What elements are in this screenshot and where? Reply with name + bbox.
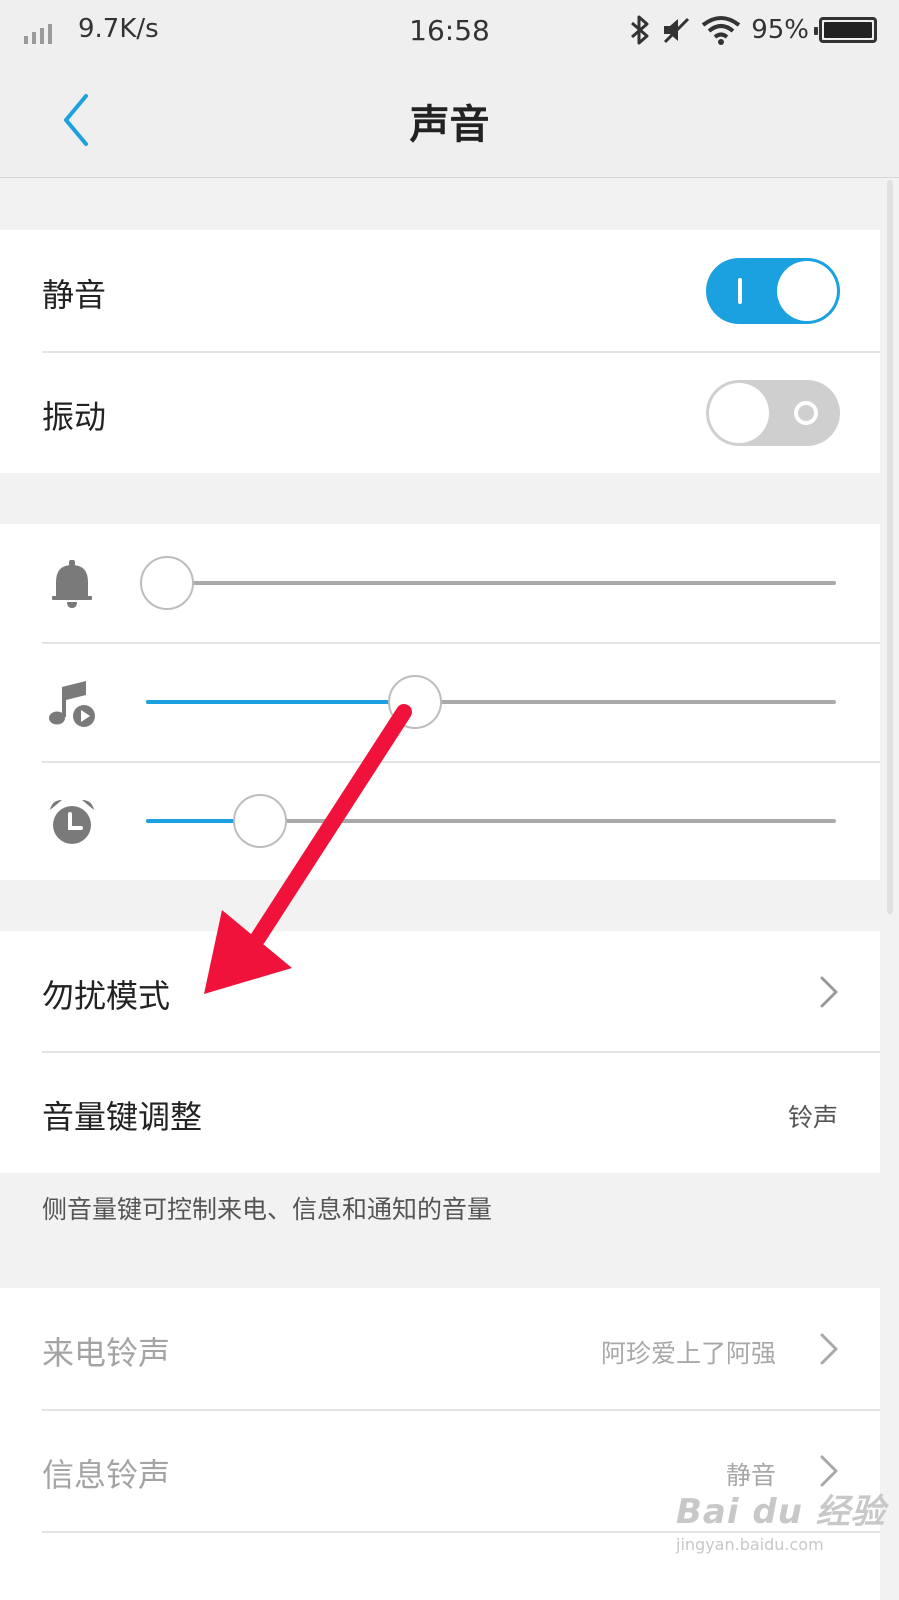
battery-percent: 95%	[751, 15, 809, 45]
bell-icon	[52, 560, 92, 608]
chevron-right-icon	[820, 1333, 838, 1365]
mute-icon	[664, 17, 690, 44]
ringer-volume-slider[interactable]	[139, 556, 836, 610]
toggle-knob	[777, 261, 837, 321]
watermark: Bai du 经验 jingyan.baidu.com	[676, 1484, 886, 1554]
call-ringtone-row[interactable]: 来电铃声 阿珍爱上了阿强	[0, 1288, 880, 1409]
media-volume-row	[0, 643, 880, 762]
dnd-row[interactable]: 勿扰模式	[0, 931, 880, 1052]
watermark-url: jingyan.baidu.com	[676, 1535, 824, 1554]
volume-group	[0, 524, 880, 880]
vibrate-toggle[interactable]	[706, 380, 840, 446]
slider-thumb[interactable]	[232, 794, 287, 848]
slider-thumb[interactable]	[139, 556, 194, 610]
mute-toggle[interactable]	[706, 258, 840, 324]
battery-icon	[814, 17, 877, 43]
vibrate-row[interactable]: 振动	[0, 352, 880, 473]
ringer-volume-row	[0, 524, 880, 643]
mute-row[interactable]: 静音	[0, 230, 880, 351]
music-note-icon	[49, 681, 95, 727]
volume-key-label: 音量键调整	[42, 1098, 203, 1136]
mute-label: 静音	[42, 276, 107, 314]
slider-fill	[146, 700, 416, 704]
toggle-group: 静音 振动	[0, 230, 880, 473]
media-volume-slider[interactable]	[146, 675, 836, 729]
call-ringtone-label: 来电铃声	[42, 1334, 171, 1372]
toggle-off-mark	[794, 401, 818, 425]
slider-thumb[interactable]	[388, 675, 443, 729]
watermark-logo: Bai du 经验	[676, 1492, 886, 1532]
volume-key-row[interactable]: 音量键调整 铃声	[0, 1052, 880, 1173]
status-bar: 9.7K/s 16:58 95%	[0, 0, 899, 62]
alarm-volume-slider[interactable]	[146, 794, 836, 848]
dnd-label: 勿扰模式	[42, 977, 171, 1015]
wifi-icon	[701, 16, 741, 45]
vibrate-label: 振动	[42, 398, 107, 436]
chevron-right-icon	[820, 976, 838, 1008]
alarm-clock-icon	[50, 800, 94, 844]
toggle-knob	[709, 383, 769, 443]
message-ringtone-label: 信息铃声	[42, 1456, 171, 1494]
chevron-right-icon	[820, 1455, 838, 1487]
scrollbar[interactable]	[887, 180, 893, 914]
volume-key-note: 侧音量键可控制来电、信息和通知的音量	[42, 1195, 493, 1224]
toggle-on-mark	[738, 278, 742, 304]
alarm-volume-row	[0, 762, 880, 881]
volume-key-value: 铃声	[787, 1103, 838, 1132]
bluetooth-icon	[631, 15, 649, 45]
app-header: 声音	[0, 62, 899, 178]
call-ringtone-value: 阿珍爱上了阿强	[600, 1339, 776, 1368]
mode-group: 勿扰模式 音量键调整 铃声	[0, 931, 880, 1173]
page-title: 声音	[409, 102, 490, 148]
